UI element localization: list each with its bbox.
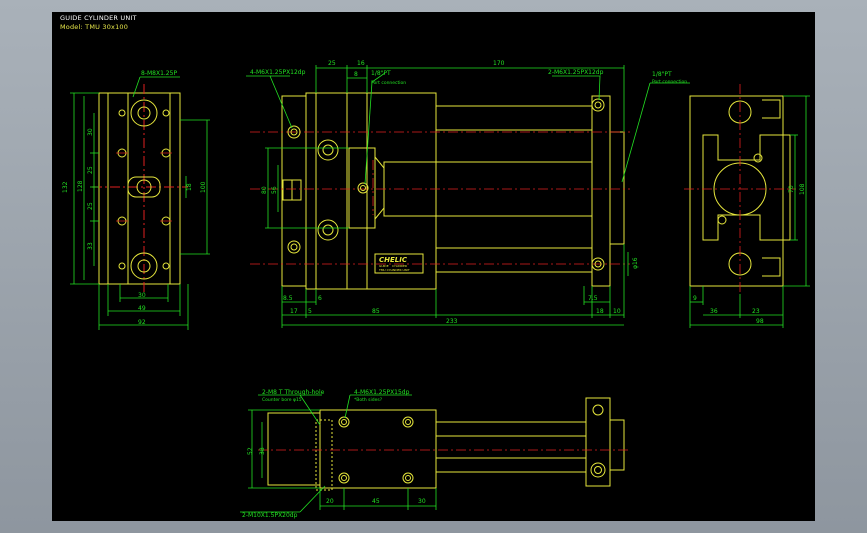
callout-tapped-holes: 8-M8X1.25P (141, 70, 177, 77)
bottom-view-body (319, 409, 437, 489)
piston-block (348, 147, 376, 229)
end-plate-hub (609, 131, 625, 245)
end-plate (591, 95, 611, 287)
bottom-view: 2-M8 T Through-hole Counter bore φ15 4-M… (240, 389, 630, 519)
front-view-holes (287, 98, 605, 271)
front-view: CHELIC GUIDE CYLINDER TMU CYLINDER UNIT (246, 60, 639, 328)
svg-text:80: 80 (261, 186, 268, 194)
svg-text:8.5: 8.5 (283, 295, 293, 302)
bottom-view-end-block (267, 412, 321, 486)
svg-text:Port connection: Port connection (371, 80, 406, 86)
svg-text:23: 23 (752, 308, 760, 315)
svg-text:132: 132 (62, 181, 69, 193)
guide-rod-upper (435, 105, 593, 131)
callout-through-hole: 2-M8 T Through-hole (262, 389, 325, 396)
svg-text:98: 98 (756, 318, 764, 325)
callout-front-left: 4-M6X1.25PX12dp (250, 69, 306, 76)
svg-text:8: 8 (354, 71, 358, 78)
left-view: 8-M8X1.25P 132 128 30 25 25 33 100 18 30… (62, 70, 210, 330)
left-view-flange (98, 92, 109, 285)
svg-text:56: 56 (271, 186, 278, 194)
callout-bottom-thread: 2-M10X1.5PX20dp (242, 512, 298, 519)
svg-text:52: 52 (247, 447, 254, 455)
front-view-end-block (281, 95, 307, 287)
svg-text:16: 16 (357, 60, 365, 67)
bottom-view-holes (338, 404, 606, 484)
svg-text:TMU CYLINDER UNIT: TMU CYLINDER UNIT (378, 268, 410, 272)
svg-text:70: 70 (788, 185, 795, 193)
front-view-centerlines (250, 131, 630, 265)
svg-text:φ16: φ16 (632, 257, 639, 269)
callout-port: 1/8"PT (371, 70, 391, 77)
svg-text:5: 5 (308, 308, 312, 315)
svg-text:Port connection: Port connection (652, 79, 687, 85)
svg-text:18: 18 (596, 308, 604, 315)
guide-rod-lower (435, 247, 593, 273)
svg-text:233: 233 (446, 318, 458, 325)
svg-text:108: 108 (799, 183, 806, 195)
svg-text:6: 6 (318, 295, 322, 302)
svg-text:33: 33 (87, 242, 94, 250)
svg-text:20: 20 (326, 498, 334, 505)
svg-text:170: 170 (493, 60, 505, 67)
svg-text:85: 85 (372, 308, 380, 315)
svg-text:49: 49 (138, 305, 146, 312)
brand-logo: CHELIC (379, 256, 408, 264)
svg-text:30: 30 (138, 292, 146, 299)
svg-text:10: 10 (613, 308, 621, 315)
svg-text:7.5: 7.5 (588, 295, 598, 302)
svg-text:92: 92 (138, 319, 146, 326)
svg-text:36: 36 (710, 308, 718, 315)
svg-text:45: 45 (372, 498, 380, 505)
callout-front-right: 2-M6X1.25PX12dp (548, 69, 604, 76)
front-view-cylinder-body (305, 92, 437, 290)
svg-text:38: 38 (259, 447, 266, 455)
svg-text:30: 30 (418, 498, 426, 505)
svg-text:17: 17 (290, 308, 298, 315)
svg-text:25: 25 (87, 202, 94, 210)
svg-text:128: 128 (77, 180, 84, 192)
svg-text:100: 100 (200, 181, 207, 193)
bottom-view-rod-lower (435, 457, 587, 473)
callout-right-port: 1/8"PT (652, 71, 672, 78)
svg-text:18: 18 (186, 183, 193, 191)
right-view: 1/8"PT Port connection 70 108 9 36 23 98 (621, 71, 810, 328)
right-view-plate (702, 134, 791, 241)
bottom-view-rod-upper (435, 421, 587, 437)
svg-text:30: 30 (87, 128, 94, 136)
bottom-view-end-plate (585, 397, 611, 487)
svg-text:Counter bore φ15: Counter bore φ15 (262, 397, 302, 403)
cad-drawing: 8-M8X1.25P 132 128 30 25 25 33 100 18 30… (62, 60, 810, 519)
svg-text:*Both sides?: *Both sides? (354, 397, 383, 403)
callout-bottom-tapped: 4-M6X1.25PX15dp (354, 389, 410, 396)
svg-text:9: 9 (693, 295, 697, 302)
svg-text:25: 25 (328, 60, 336, 67)
svg-text:25: 25 (87, 166, 94, 174)
